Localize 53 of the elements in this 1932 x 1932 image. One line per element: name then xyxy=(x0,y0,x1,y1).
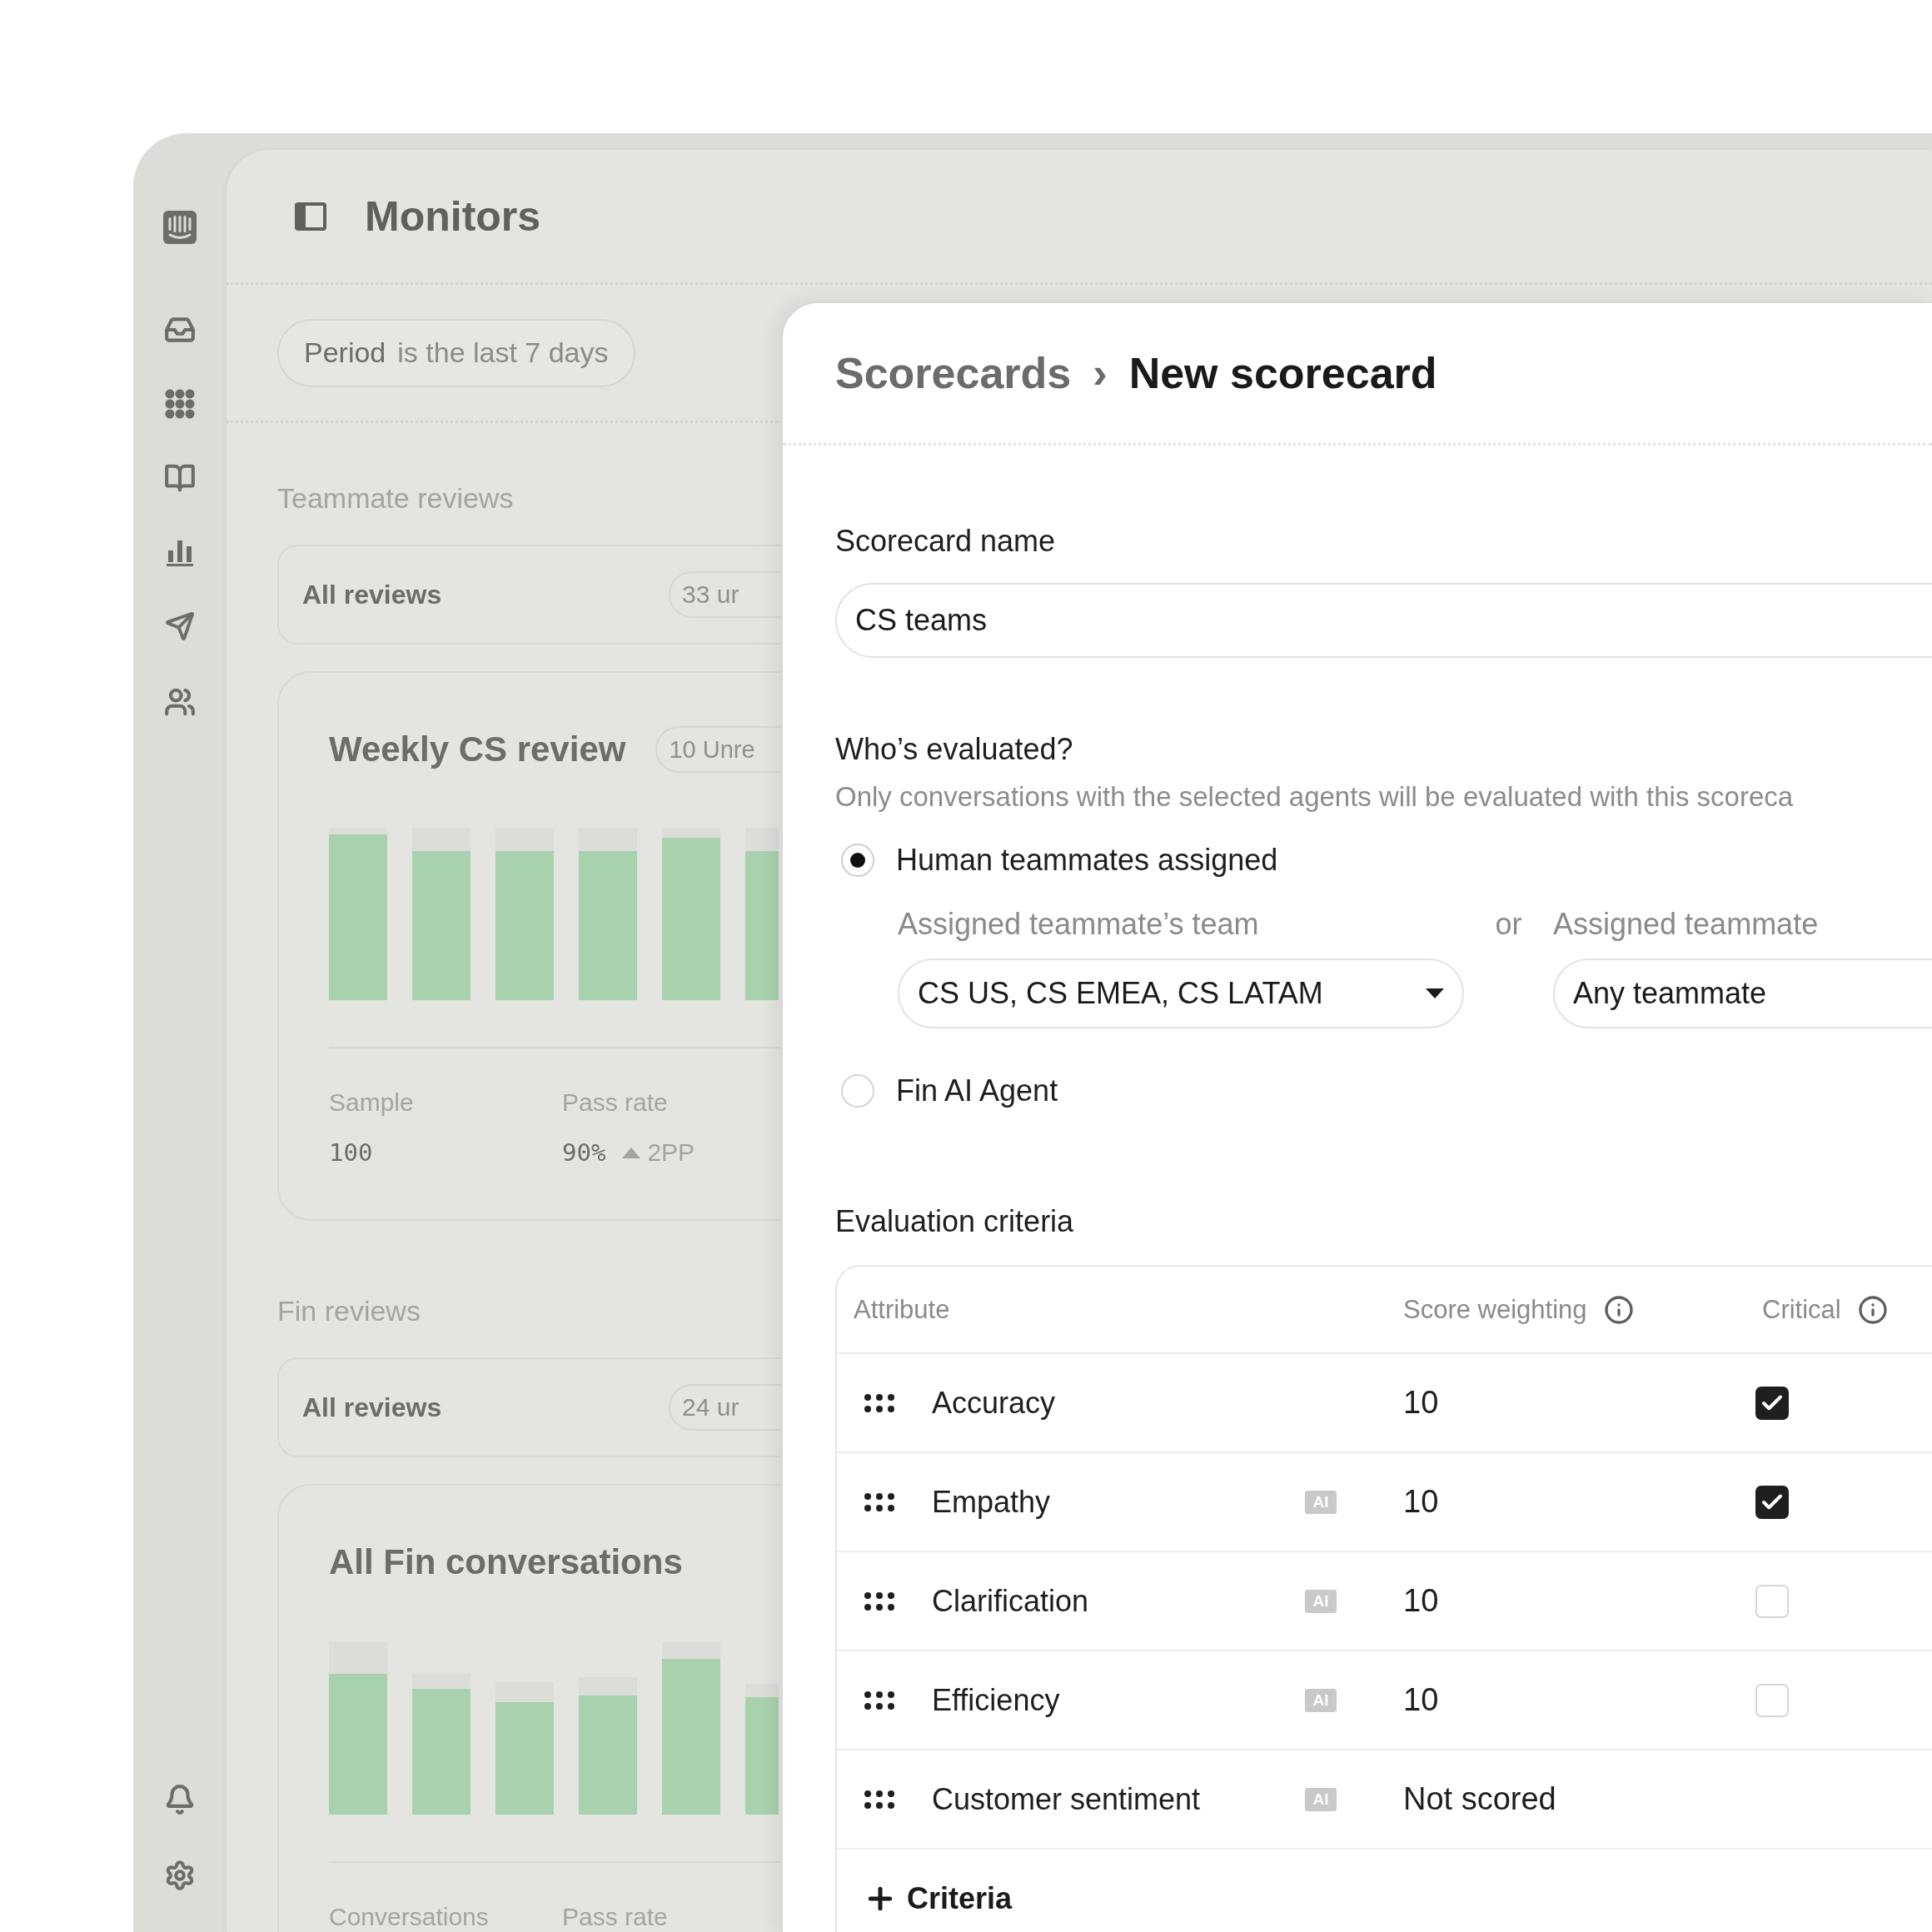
grid-icon[interactable] xyxy=(165,389,195,419)
stat-label: Sample xyxy=(329,1088,415,1118)
info-icon[interactable] xyxy=(1857,1294,1888,1325)
info-icon[interactable] xyxy=(1603,1294,1634,1325)
score-weighting: 10 xyxy=(1403,1484,1440,1520)
column-header: Score weighting xyxy=(1403,1294,1587,1325)
radio-button[interactable] xyxy=(841,844,874,877)
stat-value: 90% xyxy=(562,1138,606,1167)
critical-checkbox[interactable] xyxy=(1755,1386,1789,1420)
column-header: Attribute xyxy=(854,1294,950,1325)
card-title: Weekly CS review xyxy=(329,729,626,769)
breadcrumb-separator: › xyxy=(1093,348,1108,398)
stat-label: Conversations xyxy=(329,1902,490,1932)
add-criteria-button[interactable]: Criteria xyxy=(864,1880,1013,1916)
score-weighting: 10 xyxy=(1403,1583,1440,1619)
ai-tag: AI xyxy=(1305,1589,1337,1613)
up-triangle-icon xyxy=(622,1147,641,1158)
summary-label: All reviews xyxy=(302,1392,443,1423)
send-icon[interactable] xyxy=(163,610,197,643)
section-heading: Teammate reviews xyxy=(277,481,514,515)
stat-value: 100 xyxy=(329,1138,373,1167)
drag-handle-icon[interactable] xyxy=(864,1392,895,1413)
page-title: Monitors xyxy=(365,192,541,241)
drag-handle-icon[interactable] xyxy=(864,1491,895,1512)
breadcrumb-current: New scorecard xyxy=(1128,348,1437,398)
or-label: or xyxy=(1494,906,1523,943)
score-weighting: Not scored xyxy=(1403,1781,1557,1817)
column-header: Critical xyxy=(1762,1294,1841,1325)
breadcrumb-link[interactable]: Scorecards xyxy=(835,348,1072,398)
ai-tag: AI xyxy=(1305,1787,1337,1811)
radio-button[interactable] xyxy=(841,1074,874,1108)
drag-handle-icon[interactable] xyxy=(864,1591,895,1611)
logo-icon[interactable] xyxy=(162,210,197,245)
summary-label: All reviews xyxy=(302,579,443,610)
stat-label: Pass rate xyxy=(562,1088,669,1118)
team-dropdown[interactable]: CS US, CS EMEA, CS LATAM xyxy=(898,959,1464,1028)
teammate-dropdown[interactable]: Any teammate xyxy=(1553,959,1932,1028)
score-weighting: 10 xyxy=(1403,1385,1440,1421)
sidebar-toggle-icon[interactable] xyxy=(295,202,326,231)
ai-tag: AI xyxy=(1305,1490,1337,1514)
drag-handle-icon[interactable] xyxy=(864,1690,895,1710)
period-filter[interactable]: Period is the last 7 days xyxy=(277,318,635,387)
caret-icon xyxy=(1426,988,1444,998)
stat-delta: 2PP xyxy=(622,1138,695,1167)
section-heading: Fin reviews xyxy=(277,1294,421,1328)
field-label: Assigned teammate xyxy=(1553,906,1820,943)
critical-checkbox[interactable] xyxy=(1755,1485,1789,1519)
ai-tag: AI xyxy=(1305,1688,1337,1712)
name-input-field[interactable]: CS teams xyxy=(835,583,1932,658)
card-title: All Fin conversations xyxy=(329,1542,683,1582)
drag-handle-icon[interactable] xyxy=(864,1789,895,1810)
score-weighting: 10 xyxy=(1403,1682,1440,1718)
stat-label: Pass rate xyxy=(562,1902,669,1932)
